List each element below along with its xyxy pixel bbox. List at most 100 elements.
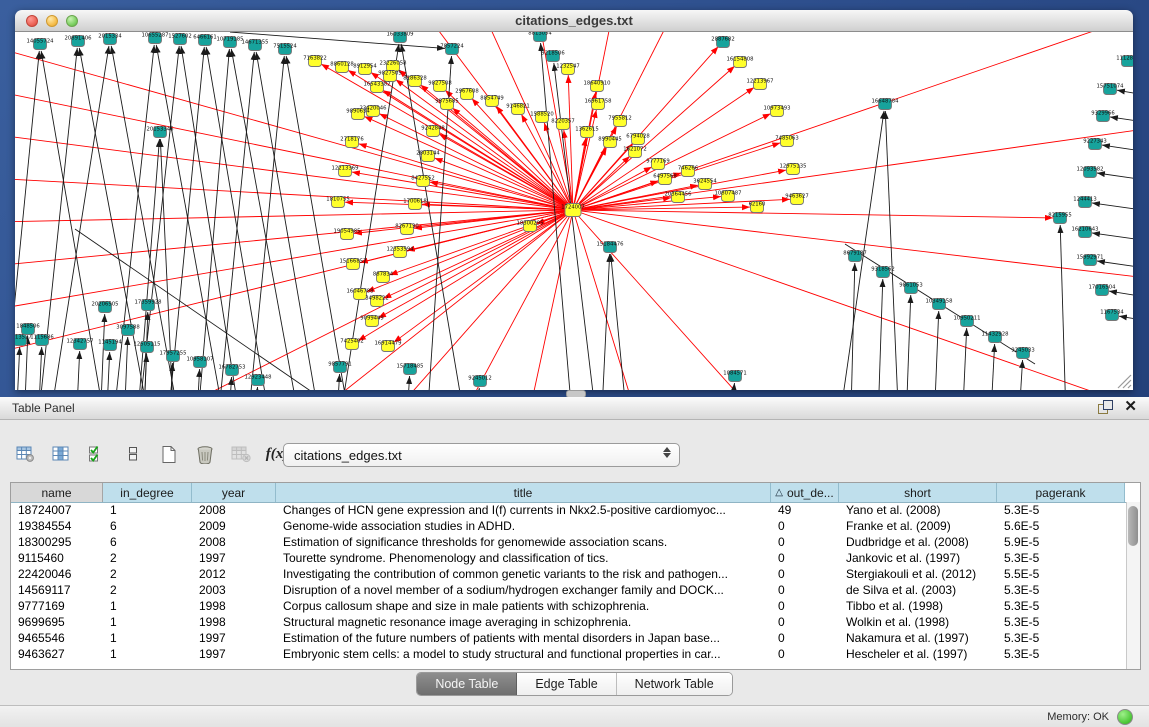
edge[interactable] [245,56,284,390]
network-node[interactable]: 9146821 [506,104,530,115]
table-cell[interactable]: 1 [103,630,192,646]
column-header-year[interactable]: year [192,483,276,502]
table-cell[interactable]: 2012 [192,566,276,582]
network-node[interactable]: 12923448 [245,375,273,386]
edge[interactable] [123,337,128,390]
table-cell[interactable]: 14569117 [11,582,103,598]
table-cell[interactable]: Hescheler et al. (1997) [839,646,997,662]
network-node[interactable]: 8813054 [528,32,552,42]
float-panel-icon[interactable] [1098,400,1112,414]
edge[interactable] [394,210,573,342]
network-node[interactable]: 8854749 [480,96,504,107]
edge[interactable] [15,32,573,210]
columns-icon[interactable] [50,443,72,465]
table-cell[interactable]: Wolkin et al. (1998) [839,614,997,630]
edge[interactable] [75,351,80,390]
network-node[interactable]: 2967608 [455,89,479,100]
column-header-short[interactable]: short [839,483,997,502]
table-cell[interactable]: 1 [103,598,192,614]
edge[interactable] [885,111,900,390]
table-cell[interactable]: 22420046 [11,566,103,582]
vertical-scrollbar[interactable] [1126,502,1140,669]
table-cell[interactable]: 18724007 [11,502,103,518]
table-cell[interactable]: Franke et al. (2009) [839,518,997,534]
table-cell[interactable]: 0 [771,582,839,598]
table-row[interactable]: 2242004622012Investigating the contribut… [11,566,1127,582]
table-cell[interactable]: 5.3E-5 [997,550,1125,566]
table-cell[interactable]: 0 [771,518,839,534]
edge[interactable] [405,376,410,390]
table-cell[interactable]: 5.6E-5 [997,518,1125,534]
table-cell[interactable]: Disruption of a novel member of a sodium… [276,582,771,598]
edge[interactable] [850,263,855,390]
network-node[interactable]: 2803144 [416,151,440,162]
network-node[interactable]: 8679187 [843,251,867,262]
table-cell[interactable]: 9465546 [11,630,103,646]
table-cell[interactable]: 1 [103,502,192,518]
table-cell[interactable]: Tibbo et al. (1998) [839,598,997,614]
network-node[interactable]: 1700618 [403,199,427,210]
table-row[interactable]: 1938455462009Genome-wide association stu… [11,518,1127,534]
rows-icon[interactable] [122,443,144,465]
table-cell[interactable]: Genome-wide association studies in ADHD. [276,518,771,534]
network-node[interactable]: 8860128 [330,62,354,73]
edge[interactable] [1060,225,1067,390]
network-node[interactable]: 7485063 [775,136,799,147]
table-cell[interactable]: 5.3E-5 [997,598,1125,614]
network-node[interactable]: 8267130 [395,224,419,235]
table-cell[interactable]: 2009 [192,518,276,534]
column-header-name[interactable]: name [11,483,103,502]
edge[interactable] [383,90,573,210]
delete-table-icon[interactable] [230,443,252,465]
table-cell[interactable]: Stergiakouli et al. (2012) [839,566,997,582]
memory-status-indicator[interactable] [1117,709,1133,725]
network-node[interactable]: 12093582 [1077,167,1104,178]
edge[interactable] [99,314,105,390]
scrollbar-thumb[interactable] [1128,506,1138,546]
network-node[interactable]: 15166857 [340,259,367,270]
network-node[interactable]: 18300295 [517,221,544,232]
table-cell[interactable]: 49 [771,502,839,518]
table-cell[interactable]: 18300295 [11,534,103,550]
table-cell[interactable]: Jankovic et al. (1997) [839,550,997,566]
column-header-in_degree[interactable]: in_degree [103,483,192,502]
network-node[interactable]: 9099449 [360,316,384,327]
network-node[interactable]: 16154808 [727,57,755,68]
table-cell[interactable]: 0 [771,630,839,646]
network-node[interactable]: 2887682 [711,37,735,48]
table-cell[interactable]: 1998 [192,614,276,630]
network-node[interactable]: 62160 [749,202,766,213]
table-cell[interactable]: 5.9E-5 [997,534,1125,550]
network-node[interactable]: 11432928 [982,332,1010,343]
edge[interactable] [1017,360,1023,390]
network-node[interactable]: 15751074 [1097,84,1125,95]
network-node[interactable]: 6466161 [193,35,217,46]
network-node[interactable]: 20364456 [665,192,693,203]
network-node[interactable]: 12213967 [747,79,774,90]
network-node[interactable]: 1145194 [98,340,122,351]
table-cell[interactable]: 1 [103,614,192,630]
tab-node-table[interactable]: Node Table [417,673,517,695]
network-node[interactable]: 9861053 [899,283,923,294]
table-row[interactable]: 946554611997Estimation of the future num… [11,630,1127,646]
network-node[interactable]: 12353594 [387,247,415,258]
table-cell[interactable]: 1997 [192,550,276,566]
network-node[interactable]: 7515524 [273,44,297,55]
edge[interactable] [611,254,630,390]
table-cell[interactable]: 5.3E-5 [997,646,1125,662]
table-row[interactable]: 977716911998Corpus callosum shape and si… [11,598,1127,614]
network-node[interactable]: 20206505 [92,302,119,313]
network-node[interactable]: 15184476 [597,242,625,253]
network-node[interactable]: 18640910 [584,81,612,92]
network-node[interactable]: 9875685 [435,99,459,110]
network-node[interactable]: 1232547 [556,64,580,75]
edge[interactable] [905,295,911,390]
network-node[interactable]: 1527602 [168,34,192,45]
checkbox-list-icon[interactable] [86,443,108,465]
table-cell[interactable]: 2 [103,582,192,598]
table-selector-dropdown[interactable]: citations_edges.txt [283,443,680,467]
network-node[interactable]: 1848506 [16,324,40,335]
table-cell[interactable]: 2 [103,566,192,582]
table-cell[interactable]: 0 [771,534,839,550]
table-cell[interactable]: 2 [103,550,192,566]
